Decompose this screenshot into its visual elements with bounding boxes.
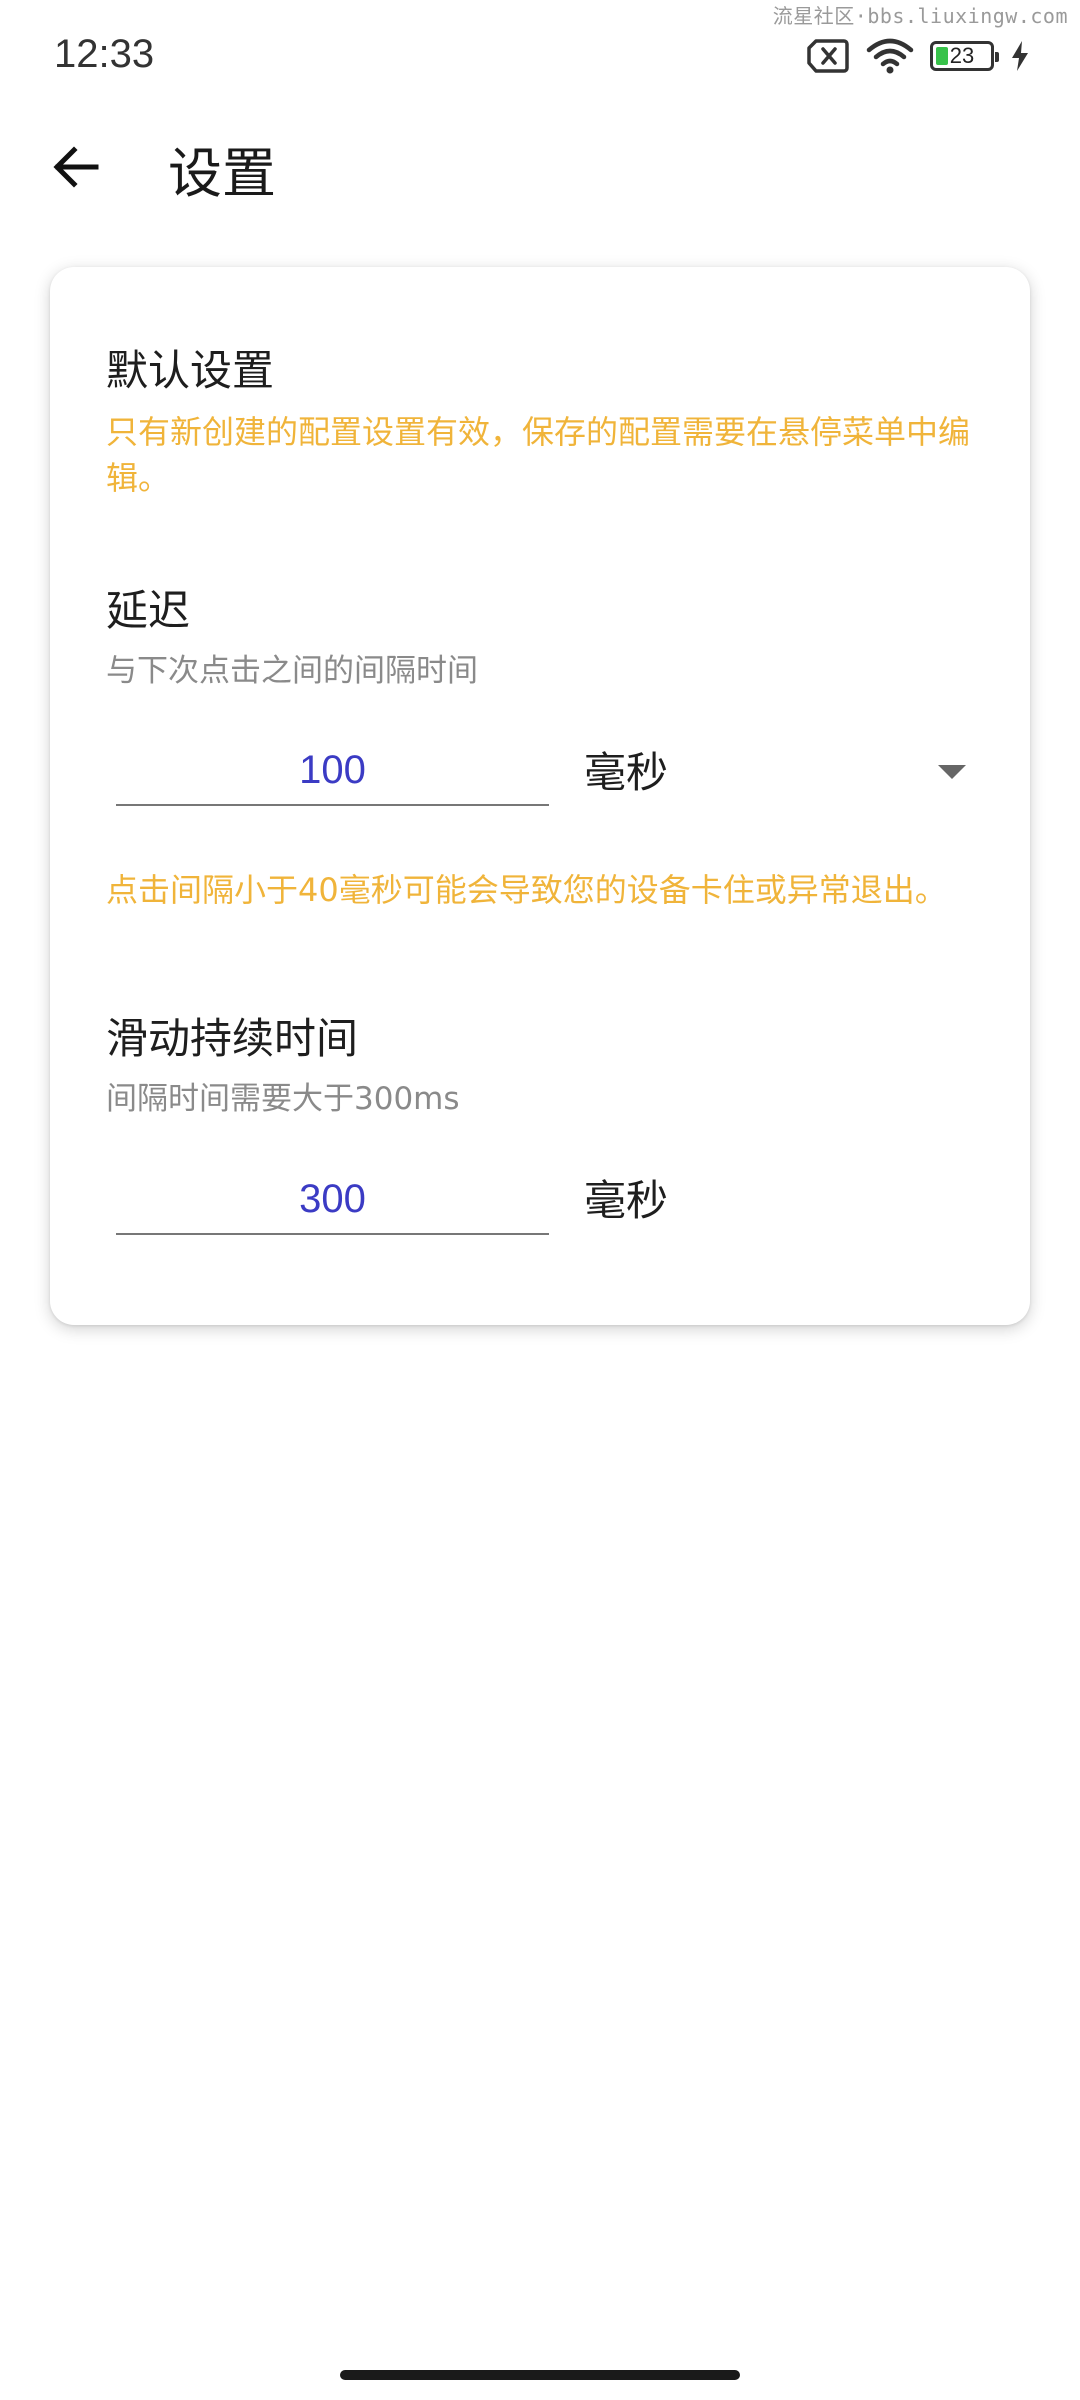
home-indicator[interactable] [340,2370,740,2380]
back-button[interactable] [40,131,112,203]
status-icons: 23 [806,34,1030,78]
wifi-icon [866,38,914,74]
status-time: 12:33 [54,32,155,76]
delay-warning: 点击间隔小于40毫秒可能会导致您的设备卡住或异常退出。 [106,871,947,909]
sim-error-icon [807,39,849,73]
delay-subtitle: 与下次点击之间的间隔时间 [106,653,478,689]
delay-unit-dropdown[interactable]: 毫秒 [584,739,668,800]
delay-input[interactable] [116,736,549,806]
swipe-duration-title: 滑动持续时间 [106,1014,359,1063]
swipe-duration-unit: 毫秒 [584,1176,669,1225]
default-settings-warning: 只有新创建的配置设置有效，保存的配置需要在悬停菜单中编辑。 [106,413,971,497]
dropdown-arrow-icon[interactable] [938,765,966,779]
swipe-duration-input[interactable] [116,1165,549,1235]
battery-icon: 23 [930,41,999,71]
swipe-duration-subtitle: 间隔时间需要大于300ms [106,1081,460,1117]
delay-title: 延迟 [106,586,191,635]
status-bar: 12:33 23 [0,0,1080,110]
app-bar: 设置 [0,115,1080,205]
default-settings-title: 默认设置 [106,346,275,395]
page-title: 设置 [168,142,276,205]
arrow-left-icon [53,146,99,188]
settings-card: 默认设置 只有新创建的配置设置有效，保存的配置需要在悬停菜单中编辑。 延迟 与下… [50,267,1030,1325]
battery-level: 23 [949,43,975,68]
charging-bolt-icon [1012,41,1028,71]
